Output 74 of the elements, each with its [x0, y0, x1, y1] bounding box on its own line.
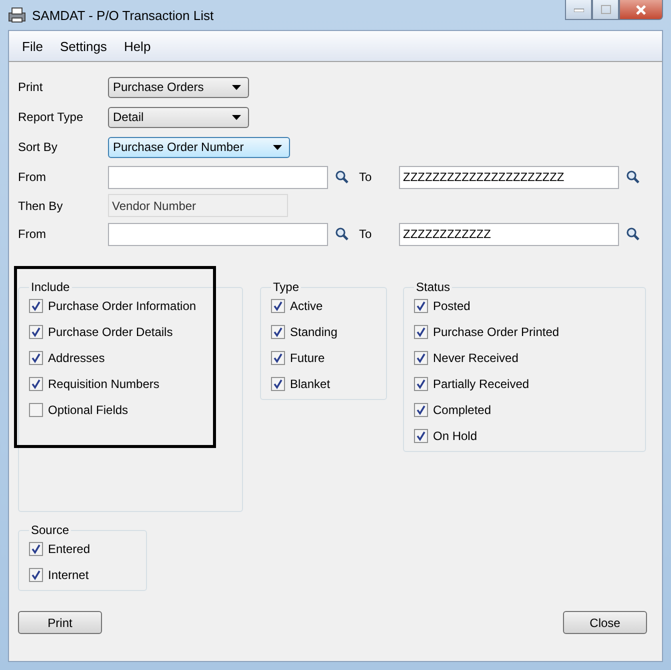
field-label: Then By: [18, 198, 64, 212]
close-button[interactable]: Close: [563, 611, 647, 634]
checkbox[interactable]: [29, 376, 43, 390]
printer-icon: [8, 7, 26, 23]
field-label: From: [18, 227, 47, 241]
window-title: SAMDAT - P/O Transaction List: [32, 8, 214, 22]
checkbox[interactable]: [29, 324, 43, 338]
dropdown[interactable]: Purchase Order Number: [108, 136, 290, 158]
menu-item[interactable]: Help: [116, 38, 160, 54]
checkbox-label: Partially Received: [433, 376, 530, 390]
checkbox[interactable]: [29, 568, 43, 582]
checkbox[interactable]: [414, 298, 428, 312]
checkbox[interactable]: [414, 402, 428, 416]
checkbox[interactable]: [414, 350, 428, 364]
input-field[interactable]: [108, 166, 328, 188]
checkbox-label: Blanket: [290, 376, 330, 390]
checkbox-label: Purchase Order Details: [48, 324, 173, 338]
input-field[interactable]: ZZZZZZZZZZZZ: [399, 222, 619, 246]
field-label: Sort By: [18, 140, 58, 154]
checkbox-label: Future: [290, 350, 325, 364]
group-title: Type: [272, 280, 300, 294]
checkbox-label: Internet: [48, 568, 89, 582]
checkbox-label: Purchase Order Information: [48, 298, 196, 312]
group-title: Status: [415, 280, 452, 294]
field-label: Report Type: [18, 110, 84, 124]
minimize-button[interactable]: [565, 0, 592, 20]
minimize-icon: [574, 8, 584, 12]
caret-icon: [232, 84, 241, 90]
search-icon[interactable]: [335, 170, 349, 184]
maximize-button[interactable]: [592, 0, 619, 20]
checkbox[interactable]: [414, 376, 428, 390]
checkbox-label: Entered: [48, 542, 90, 556]
field-label: From: [18, 170, 47, 184]
checkbox-label: Posted: [433, 298, 470, 312]
checkbox-label: Optional Fields: [48, 402, 128, 416]
dropdown[interactable]: Detail: [108, 106, 249, 128]
checkbox[interactable]: [414, 428, 428, 442]
checkbox-label: Completed: [433, 402, 492, 416]
checkbox-label: Addresses: [48, 350, 105, 364]
group-title: Include: [30, 280, 71, 294]
checkbox[interactable]: [29, 402, 43, 416]
search-icon[interactable]: [335, 227, 349, 241]
checkbox-label: Standing: [290, 324, 338, 338]
field-label: To: [358, 227, 373, 241]
checkbox-label: Never Received: [433, 350, 518, 364]
checkbox[interactable]: [271, 298, 285, 312]
search-icon[interactable]: [626, 170, 640, 184]
input-field[interactable]: ZZZZZZZZZZZZZZZZZZZZZZ: [399, 166, 619, 188]
checkbox[interactable]: [271, 350, 285, 364]
readonly-field: Vendor Number: [108, 194, 288, 217]
checkbox[interactable]: [29, 542, 43, 556]
field-label: Print: [18, 80, 44, 94]
menu-item[interactable]: Settings: [52, 38, 116, 54]
checkbox[interactable]: [271, 324, 285, 338]
checkbox[interactable]: [29, 350, 43, 364]
menu-item[interactable]: File: [14, 38, 52, 54]
close-icon: [635, 4, 647, 14]
print-button[interactable]: Print: [18, 611, 102, 634]
checkbox-label: Requisition Numbers: [48, 376, 160, 390]
input-field[interactable]: [108, 222, 328, 246]
checkbox[interactable]: [271, 376, 285, 390]
checkbox-label: On Hold: [433, 428, 478, 442]
group-title: Source: [30, 523, 70, 537]
checkbox-label: Purchase Order Printed: [433, 324, 560, 338]
dropdown[interactable]: Purchase Orders: [108, 76, 249, 98]
caret-icon: [273, 144, 282, 150]
checkbox[interactable]: [414, 324, 428, 338]
maximize-icon: [600, 5, 610, 14]
search-icon[interactable]: [626, 227, 640, 241]
close-button[interactable]: [619, 0, 663, 20]
checkbox[interactable]: [29, 298, 43, 312]
checkbox-label: Active: [290, 298, 323, 312]
field-label: To: [358, 170, 373, 184]
caret-icon: [232, 114, 241, 120]
